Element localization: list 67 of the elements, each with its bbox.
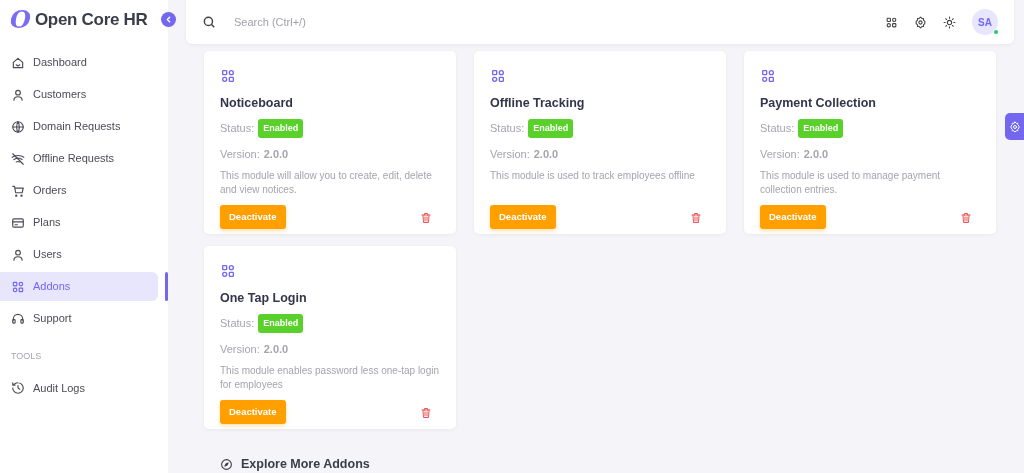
status-badge: Enabled (798, 118, 844, 139)
version-label: Version: (220, 342, 260, 358)
addon-name: Noticeboard (220, 95, 294, 113)
sidebar-item[interactable]: Domain Requests (0, 112, 158, 141)
settings-icon (1008, 120, 1021, 133)
addons-icon (11, 279, 25, 294)
version-label: Version: (220, 147, 260, 163)
addons-icon (220, 68, 236, 85)
addon-description: This module is used to track employees offline (490, 168, 696, 183)
trash-icon[interactable] (960, 211, 972, 224)
status-label: Status: (490, 121, 525, 137)
addons-icon (760, 68, 776, 85)
active-indicator (165, 272, 168, 301)
addons-icon (490, 68, 506, 85)
addon-description: This module is used to manage payment collection entries. (760, 168, 942, 197)
settings-icon[interactable] (914, 15, 927, 29)
sidebar-item[interactable]: Addons (0, 272, 158, 301)
version-number: 2.0.0 (263, 342, 289, 358)
sidebar-item[interactable]: Offline Requests (0, 144, 158, 173)
user-icon (11, 87, 25, 102)
addons-icon (220, 263, 236, 280)
trash-icon[interactable] (420, 211, 432, 224)
app-title: Open Core HR (34, 9, 148, 32)
sidebar-item[interactable]: Plans (0, 208, 158, 237)
version-number: 2.0.0 (533, 147, 559, 163)
addon-name: Offline Tracking (490, 95, 586, 113)
settings-button[interactable] (1005, 113, 1024, 140)
sidebar-item[interactable]: Orders (0, 176, 158, 205)
headset-icon (11, 311, 25, 326)
trash-icon[interactable] (690, 211, 702, 224)
sidebar-item[interactable]: Dashboard (0, 48, 158, 77)
history-icon (11, 381, 25, 395)
version-label: Version: (490, 147, 530, 163)
addon-description: This module enables password less one-tap login for employees (220, 363, 440, 392)
sidebar-item[interactable]: Audit Logs (0, 373, 158, 403)
user-avatar[interactable]: SA (972, 9, 998, 35)
status-label: Status: (220, 121, 255, 137)
status-label: Status: (220, 316, 255, 332)
status-label: Status: (760, 121, 795, 137)
collapse-button[interactable] (161, 12, 176, 27)
chevron-left-icon (164, 15, 173, 24)
cart-icon (11, 183, 25, 198)
sun-icon[interactable] (943, 15, 956, 29)
addon-name: One Tap Login (220, 290, 308, 308)
version-number: 2.0.0 (803, 147, 829, 163)
home-icon (11, 55, 25, 70)
version-label: Version: (760, 147, 800, 163)
status-badge: Enabled (258, 118, 304, 139)
status-badge: Enabled (528, 118, 574, 139)
status-badge: Enabled (258, 313, 304, 334)
version-number: 2.0.0 (263, 147, 289, 163)
trash-icon[interactable] (420, 406, 432, 419)
section-title: Explore More Addons (241, 456, 370, 473)
sidebar-item[interactable]: Support (0, 304, 158, 333)
search-icon[interactable] (202, 15, 216, 29)
globe-icon (11, 119, 25, 134)
compass-icon (220, 457, 233, 471)
sidebar-item[interactable]: Customers (0, 80, 158, 109)
addon-description: This module will allow you to create, edit, delete and view notices. (220, 168, 433, 197)
credit-card-icon (11, 215, 25, 230)
logo-mark: O (10, 8, 31, 32)
sidebar-item[interactable]: Users (0, 240, 158, 269)
section-heading: TOOLS (10, 350, 43, 363)
shortcuts-icon[interactable] (885, 15, 898, 29)
user-icon (11, 247, 25, 262)
wifi-off-icon (11, 151, 25, 166)
addon-name: Payment Collection (760, 95, 877, 113)
